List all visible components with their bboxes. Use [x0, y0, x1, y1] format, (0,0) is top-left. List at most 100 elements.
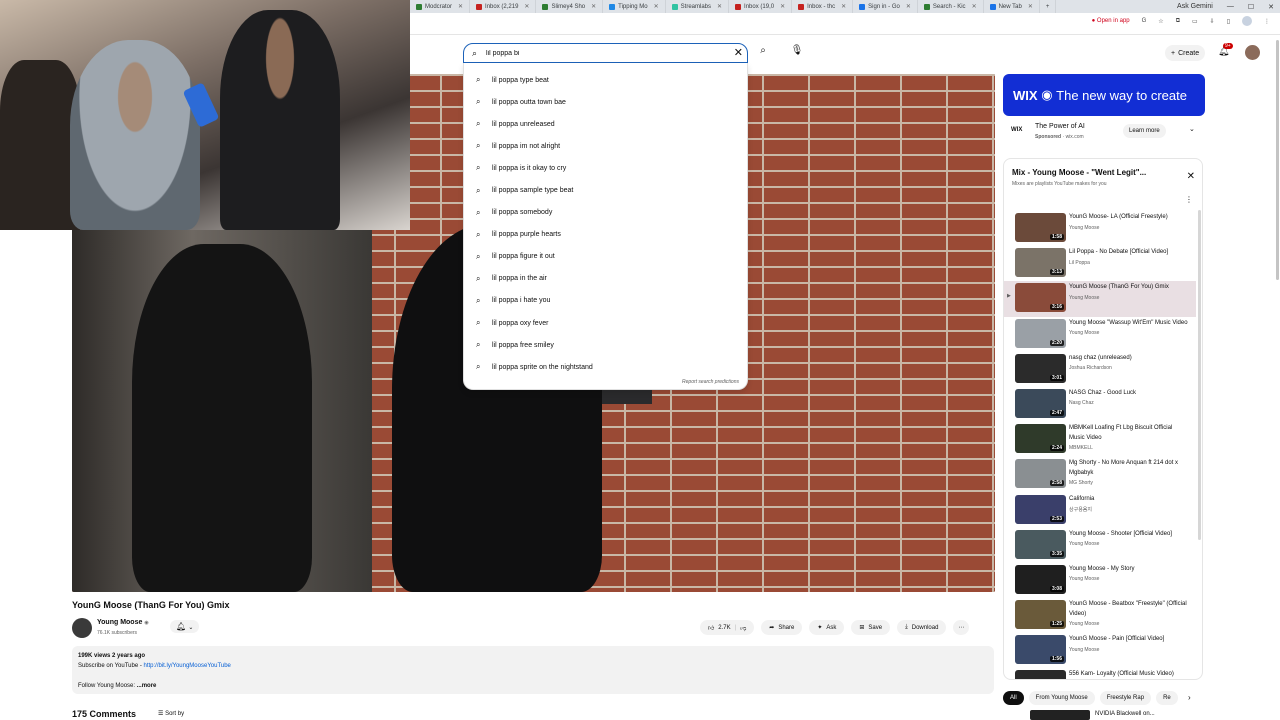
search-suggestion[interactable]: ⌕ lil poppa purple hearts — [464, 224, 747, 246]
menu-icon[interactable]: ⋮ — [1264, 18, 1270, 25]
like-button[interactable]: 👍︎ 2.7K | 👎︎ — [700, 620, 755, 635]
more-vert-icon[interactable]: ⋮ — [1185, 195, 1193, 204]
browser-tab[interactable]: Modcrator ✕ — [410, 0, 471, 13]
filter-chip[interactable]: Re — [1156, 691, 1178, 705]
mix-item-thumbnail[interactable]: 3:13 — [1015, 248, 1066, 278]
mix-item-thumbnail[interactable]: 3:16 — [1015, 283, 1066, 313]
search-suggestion[interactable]: ⌕ lil poppa type beat — [464, 69, 747, 91]
clear-search-icon[interactable]: ✕ — [734, 46, 743, 59]
mix-item[interactable]: 1:25 YounG Moose - Beatbox "Freestyle" (O… — [1004, 598, 1196, 633]
mix-item-thumbnail[interactable]: 3:35 — [1015, 529, 1066, 559]
tab-close-icon[interactable]: ✕ — [458, 3, 463, 10]
search-suggestion[interactable]: ⌕ lil poppa somebody — [464, 202, 747, 224]
search-suggestion[interactable]: ⌕ lil poppa figure it out — [464, 246, 747, 268]
mix-item[interactable]: 1:58 YounG Moose- LA (Official Freestyle)… — [1004, 211, 1196, 246]
tab-close-icon[interactable]: ✕ — [717, 3, 722, 10]
mix-item-thumbnail[interactable]: 1:25 — [1015, 600, 1066, 630]
download-button[interactable]: ⤓ Download — [897, 620, 947, 635]
mic-icon[interactable]: 🎙︎ — [790, 45, 804, 61]
ad-banner[interactable]: WIX ◉ The new way to create — [1003, 74, 1205, 116]
mix-scrollbar[interactable] — [1198, 210, 1201, 540]
mix-item[interactable]: 3:08 Young Moose - My Story Young Moose — [1004, 563, 1196, 598]
filter-chip[interactable]: From Young Moose — [1028, 691, 1095, 705]
page-scrollbar[interactable] — [1276, 40, 1279, 280]
browser-tab[interactable]: Inbox (19,0 ✕ — [729, 0, 793, 13]
mix-item-thumbnail[interactable]: 2:53 — [1015, 494, 1066, 524]
search-input[interactable] — [486, 46, 721, 60]
mix-item[interactable]: 2:53 California 상구용욤지 — [1004, 493, 1196, 528]
browser-tab[interactable]: Inbox - thc ✕ — [792, 0, 854, 13]
mix-item-thumbnail[interactable]: 3:08 — [1015, 564, 1066, 594]
chevron-down-icon[interactable]: ⌄ — [1189, 125, 1195, 133]
mix-item[interactable]: ▶ 3:16 YounG Moose (ThanG For You) Gmix You… — [1004, 281, 1196, 317]
report-search-predictions-link[interactable]: Report search predictions — [682, 379, 739, 385]
tab-close-icon[interactable]: ✕ — [654, 3, 659, 10]
notifications-bell-icon[interactable]: 🔔︎ 9+ — [1218, 43, 1233, 57]
tab-close-icon[interactable]: ✕ — [841, 3, 846, 10]
channel-name[interactable]: Young Moose ◉ — [97, 619, 149, 626]
close-window-icon[interactable]: ✕ — [1268, 3, 1274, 11]
search-suggestion[interactable]: ⌕ lil poppa in the air — [464, 268, 747, 290]
thumbs-down-icon[interactable]: 👎︎ — [740, 624, 746, 632]
more-actions-button[interactable]: ⋯ — [953, 620, 970, 635]
chevron-right-icon[interactable]: › — [1188, 693, 1191, 702]
browser-tab[interactable]: Inbox (2,219 ✕ — [470, 0, 537, 13]
browser-tab[interactable]: Streamlabs ✕ — [666, 0, 730, 13]
new-tab-button[interactable]: + — [1040, 0, 1057, 13]
subscribe-link[interactable]: http://bit.ly/YoungMooseYouTube — [144, 663, 231, 669]
search-suggestion[interactable]: ⌕ lil poppa is it okay to cry — [464, 157, 747, 179]
tab-close-icon[interactable]: ✕ — [906, 3, 911, 10]
mix-item-thumbnail[interactable]: 1:58 — [1015, 213, 1066, 242]
search-suggestion[interactable]: ⌕ lil poppa outta town bae — [464, 91, 747, 113]
browser-tab[interactable]: Sign in - Go ✕ — [853, 0, 918, 13]
mix-item-thumbnail[interactable]: 2:20 — [1015, 318, 1066, 348]
more-link[interactable]: ...more — [137, 683, 157, 689]
translate-icon[interactable]: G — [1142, 18, 1147, 24]
tab-close-icon[interactable]: ✕ — [780, 3, 785, 10]
mix-item-thumbnail[interactable]: 2:58 — [1015, 459, 1066, 489]
browser-tab[interactable]: Tipping Mo ✕ — [603, 0, 666, 13]
save-button[interactable]: ⊞ Save — [851, 620, 891, 635]
create-button[interactable]: + Create — [1165, 45, 1206, 61]
next-video-thumb[interactable] — [1030, 710, 1090, 720]
next-video-title[interactable]: NVIDIA Blackwell on... — [1095, 711, 1155, 717]
maximize-icon[interactable]: ☐ — [1248, 3, 1254, 11]
mix-item-thumbnail[interactable]: 2:24 — [1015, 424, 1066, 454]
search-suggestion[interactable]: ⌕ lil poppa sample type beat — [464, 179, 747, 201]
video-description[interactable]: 199K views 2 years ago Subscribe on YouT… — [72, 646, 994, 694]
share-button[interactable]: ➦ Share — [761, 620, 803, 635]
search-suggestion[interactable]: ⌕ lil poppa sprite on the nightstand — [464, 356, 747, 378]
mix-item[interactable]: 2:47 NASG Chaz - Good Luck Nasg Chaz — [1004, 387, 1196, 422]
browser-tab[interactable]: Search - Kic ✕ — [918, 0, 984, 13]
close-icon[interactable]: ✕ — [1187, 171, 1195, 182]
sidebar-icon[interactable]: ▭ — [1192, 18, 1198, 25]
mix-item-thumbnail[interactable] — [1015, 670, 1066, 679]
tab-close-icon[interactable]: ✕ — [591, 3, 596, 10]
tab-close-icon[interactable]: ✕ — [1028, 3, 1033, 10]
mix-item[interactable]: 3:01 nasg chaz (unreleased) Joshua Richard… — [1004, 352, 1196, 387]
ask-button[interactable]: ✦ Ask — [809, 620, 845, 635]
profile-icon[interactable] — [1242, 16, 1252, 26]
mix-item[interactable]: 2:24 MBMKell Loafing Ft Lbg Biscuit Offic… — [1004, 422, 1196, 457]
search-suggestion[interactable]: ⌕ lil poppa i hate you — [464, 290, 747, 312]
mix-item[interactable]: 3:13 Lil Poppa - No Debate [Official Vide… — [1004, 246, 1196, 281]
learn-more-button[interactable]: Learn more — [1123, 124, 1166, 138]
channel-avatar[interactable] — [72, 618, 92, 638]
extensions-icon[interactable]: ⧉ — [1176, 18, 1180, 25]
browser-tab[interactable]: Slimey4 Sho ✕ — [536, 0, 604, 13]
filter-chip[interactable]: All — [1003, 691, 1024, 705]
mix-item-thumbnail[interactable]: 3:01 — [1015, 353, 1066, 383]
filter-chip[interactable]: Freestyle Rap — [1099, 691, 1152, 705]
mix-item-thumbnail[interactable]: 2:47 — [1015, 388, 1066, 418]
ask-gemini-button[interactable]: Ask Gemini — [1177, 3, 1213, 10]
browser-tab[interactable]: New Tab ✕ — [984, 0, 1040, 13]
mix-item[interactable]: 2:58 Mg Shorty - No More Anquan ft 214 do… — [1004, 457, 1196, 492]
mix-item-thumbnail[interactable]: 1:56 — [1015, 635, 1066, 665]
download-icon[interactable]: ⇩ — [1210, 18, 1215, 25]
search-suggestion[interactable]: ⌕ lil poppa oxy fever — [464, 312, 747, 334]
open-in-app-button[interactable]: ● Open in app — [1092, 18, 1130, 24]
search-suggestion[interactable]: ⌕ lil poppa free smiley — [464, 334, 747, 356]
bookmark-star-icon[interactable]: ☆ — [1158, 18, 1163, 25]
search-suggestion[interactable]: ⌕ lil poppa unreleased — [464, 113, 747, 135]
tab-close-icon[interactable]: ✕ — [524, 3, 529, 10]
